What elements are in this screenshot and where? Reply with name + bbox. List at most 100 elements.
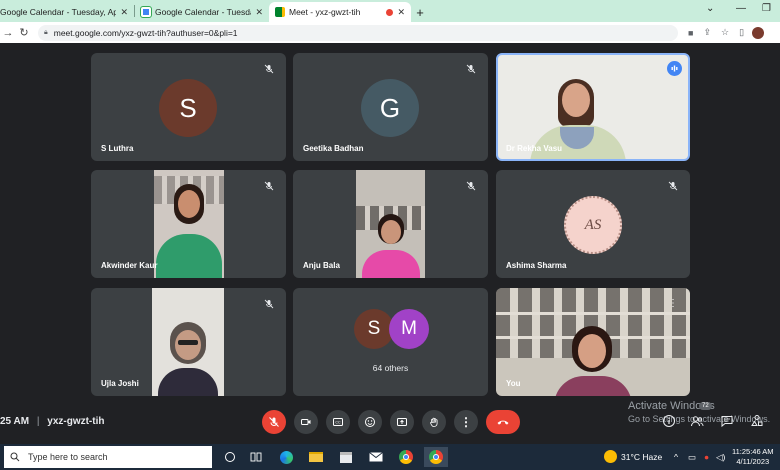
clock-time: 11:25:46 AM: [732, 447, 774, 456]
self-view-tile[interactable]: ⋮ You: [496, 288, 690, 396]
task-view-icon[interactable]: [246, 447, 266, 467]
edge-browser-icon[interactable]: [276, 447, 296, 467]
cortana-icon[interactable]: [220, 447, 240, 467]
lock-icon: 🔒︎: [44, 28, 48, 36]
weather-text[interactable]: 31°C Haze: [621, 452, 662, 462]
participant-name: You: [506, 379, 521, 388]
chat-button[interactable]: [720, 414, 734, 433]
more-options-icon[interactable]: ⋮: [668, 298, 678, 309]
participant-count-badge: 72: [699, 402, 712, 410]
close-tab-icon[interactable]: ✕: [120, 7, 128, 18]
store-icon[interactable]: [336, 447, 356, 467]
network-icon[interactable]: ▭: [688, 452, 696, 463]
camera-icon[interactable]: ■: [688, 28, 693, 38]
volume-icon[interactable]: ◁): [716, 452, 725, 463]
closed-captions-icon: CC: [333, 418, 343, 426]
participant-tile[interactable]: S S Luthra: [91, 53, 286, 161]
bookmark-star-icon[interactable]: ☆: [721, 27, 729, 38]
participant-video: [154, 170, 224, 278]
participant-tile[interactable]: Anju Bala: [293, 170, 488, 278]
clock-date: 4/11/2023: [736, 457, 770, 466]
participant-name: Anju Bala: [303, 261, 340, 270]
weather-icon[interactable]: [604, 450, 617, 463]
participant-tile[interactable]: Akwinder Kaur: [91, 170, 286, 278]
svg-text:CC: CC: [335, 421, 341, 425]
close-tab-icon[interactable]: ✕: [255, 7, 263, 18]
participant-name: Ashima Sharma: [506, 261, 567, 270]
tab-title: Google Calendar - Tuesday, April: [0, 7, 117, 17]
mic-off-icon: [464, 62, 478, 76]
mic-off-icon: [464, 179, 478, 193]
microphone-toggle-button[interactable]: [262, 410, 286, 434]
sidebar-icon[interactable]: ▯: [739, 27, 744, 38]
chrome-icon[interactable]: [396, 447, 416, 467]
browser-tab-strip: Google Calendar - Tuesday, April ✕ Googl…: [0, 0, 780, 22]
avatar: M: [389, 309, 429, 349]
participant-tile[interactable]: Ujla Joshi: [91, 288, 286, 396]
forward-icon[interactable]: →: [0, 27, 16, 39]
meeting-separator: |: [36, 416, 40, 427]
avatar: S: [159, 79, 217, 137]
activities-button[interactable]: [750, 414, 764, 433]
avatar: AS: [564, 196, 622, 254]
minimize-icon[interactable]: —: [736, 3, 746, 14]
others-tile[interactable]: S M 64 others: [293, 288, 488, 396]
screen: Google Calendar - Tuesday, April ✕ Googl…: [0, 0, 780, 470]
meeting-details-button[interactable]: [662, 414, 676, 433]
close-tab-icon[interactable]: ✕: [397, 7, 405, 18]
share-icon[interactable]: ⇪: [703, 27, 711, 38]
windows-taskbar: Type here to search 31°C Haze ^ ▭ ● ◁) 1…: [0, 444, 780, 470]
meeting-details: 25 AM | yxz-gwzt-tih: [0, 416, 104, 427]
camera-toggle-button[interactable]: [294, 410, 318, 434]
participant-name: Akwinder Kaur: [101, 261, 158, 270]
system-clock[interactable]: 11:25:46 AM 4/11/2023: [732, 447, 774, 467]
meeting-code: yxz-gwzt-tih: [47, 416, 105, 427]
people-button[interactable]: [690, 414, 704, 433]
people-icon: [691, 416, 704, 427]
browser-toolbar: → ↻ 🔒︎ meet.google.com/yxz-gwzt-tih?auth…: [0, 22, 780, 43]
participant-video: [152, 288, 224, 396]
present-screen-button[interactable]: [390, 410, 414, 434]
url-text: meet.google.com/yxz-gwzt-tih?authuser=0&…: [53, 27, 238, 38]
info-icon: [662, 414, 676, 428]
participant-tile-active-speaker[interactable]: Dr Rekha Vasu: [496, 53, 690, 161]
browser-tab-meet[interactable]: Meet - yxz-gwzt-tih ✕: [269, 2, 411, 22]
reactions-button[interactable]: [358, 410, 382, 434]
browser-tab-calendar-1[interactable]: Google Calendar - Tuesday, April ✕: [0, 2, 134, 22]
file-explorer-icon[interactable]: [306, 447, 326, 467]
mic-off-icon: [262, 179, 276, 193]
browser-tab-calendar-2[interactable]: Google Calendar - Tuesday, April ✕: [135, 2, 269, 22]
tab-search-icon[interactable]: ⌄: [706, 3, 714, 14]
mic-off-icon: [262, 297, 276, 311]
more-options-button[interactable]: ⋮: [454, 410, 478, 434]
location-icon[interactable]: ●: [704, 452, 709, 462]
taskbar-search-box[interactable]: Type here to search: [4, 446, 212, 468]
reload-icon[interactable]: ↻: [16, 26, 32, 39]
emoji-icon: [365, 417, 375, 427]
search-icon: [10, 452, 20, 462]
participant-tile[interactable]: AS Ashima Sharma: [496, 170, 690, 278]
search-placeholder: Type here to search: [28, 452, 108, 462]
mic-off-icon: [262, 62, 276, 76]
leave-call-button[interactable]: [486, 410, 520, 434]
participant-name: Ujla Joshi: [101, 379, 139, 388]
others-count-label: 64 others: [372, 363, 409, 373]
chrome-active-window-icon[interactable]: [424, 447, 448, 467]
more-vertical-icon: ⋮: [460, 415, 472, 429]
participant-tile[interactable]: G Geetika Badhan: [293, 53, 488, 161]
chat-icon: [721, 416, 733, 428]
profile-avatar[interactable]: [752, 26, 765, 39]
avatar: G: [361, 79, 419, 137]
participant-name: Geetika Badhan: [303, 144, 364, 153]
speaking-indicator-icon: [667, 61, 682, 76]
show-hidden-icons-icon[interactable]: ^: [674, 452, 678, 462]
raise-hand-button[interactable]: [422, 410, 446, 434]
address-bar[interactable]: 🔒︎ meet.google.com/yxz-gwzt-tih?authuser…: [38, 24, 678, 41]
video-camera-icon: [301, 419, 311, 425]
hang-up-icon: [497, 420, 509, 425]
participant-name: S Luthra: [101, 144, 134, 153]
restore-icon[interactable]: ❐: [762, 3, 771, 14]
new-tab-button[interactable]: +: [411, 2, 429, 22]
captions-button[interactable]: CC: [326, 410, 350, 434]
mail-icon[interactable]: [366, 447, 386, 467]
